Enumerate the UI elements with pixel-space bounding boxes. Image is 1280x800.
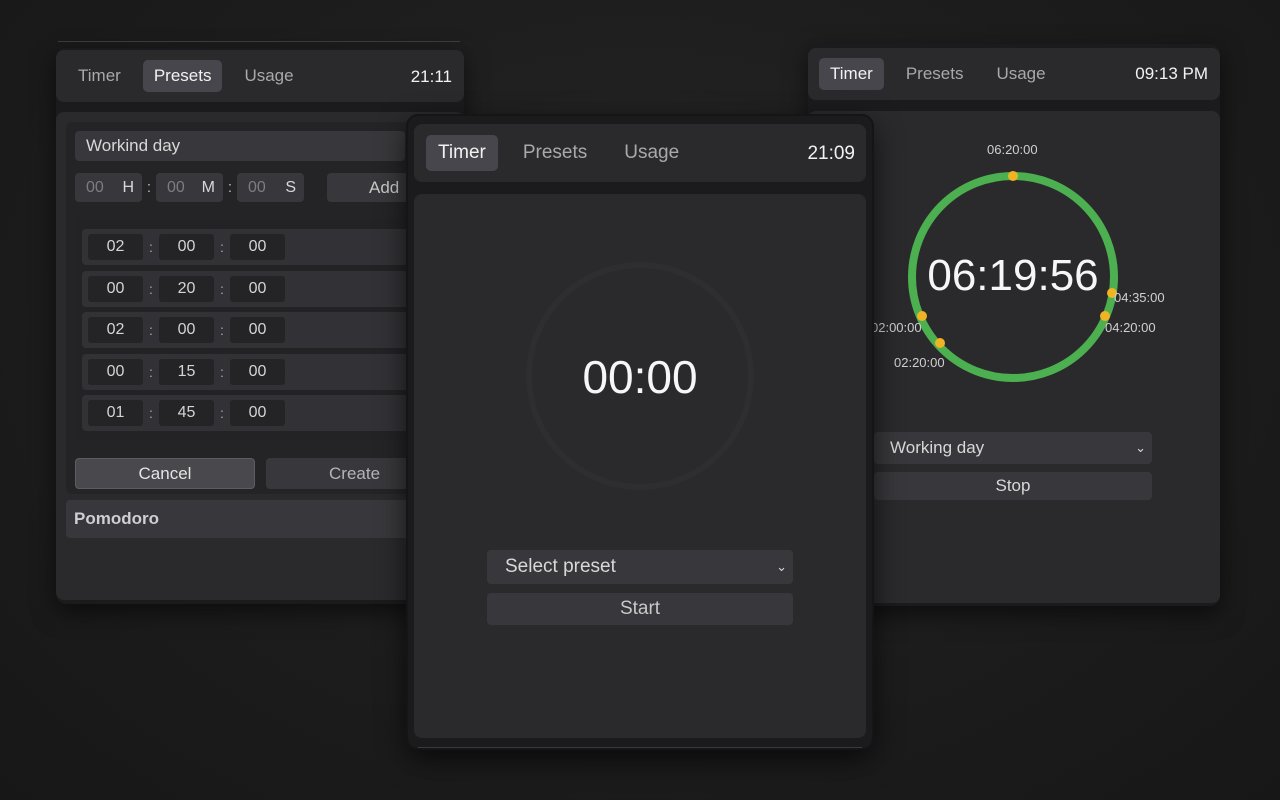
timer-display: 00:00 [582,351,698,403]
row-hours[interactable]: 01 [88,400,143,426]
tab-usage[interactable]: Usage [985,58,1056,90]
row-hours[interactable]: 00 [88,359,143,385]
ring-marker [935,338,945,348]
seconds-unit: S [285,178,296,196]
countdown-display: 06:19:56 [927,251,1099,300]
row-hours[interactable]: 00 [88,276,143,302]
interval-row[interactable]: 00 : 20 : 00 [82,271,464,307]
tab-bar: Timer Presets Usage 09:13 PM [808,48,1220,100]
tab-presets[interactable]: Presets [511,135,599,171]
seconds-placeholder: 00 [248,178,266,196]
row-minutes[interactable]: 20 [159,276,214,302]
row-minutes[interactable]: 45 [159,400,214,426]
row-minutes[interactable]: 00 [159,234,214,260]
separator: : [149,239,153,255]
row-hours[interactable]: 02 [88,234,143,260]
presets-panel: 00 H : 00 M : 00 S Add 02 : 0 [56,112,467,600]
preset-select[interactable]: Working day ⌄ [874,432,1152,464]
preset-item-pomodoro[interactable]: Pomodoro [66,500,464,538]
preset-select[interactable]: Select preset ⌄ [487,550,793,584]
separator: : [149,281,153,297]
stop-button[interactable]: Stop [874,472,1152,500]
seconds-input[interactable]: 00 S [237,173,304,202]
tab-timer[interactable]: Timer [67,60,132,92]
separator: : [146,179,152,196]
interval-list: 02 : 00 : 00 00 : 20 : 00 02 : 00: 00 0… [75,218,464,440]
timer-panel: 00:00 Select preset ⌄ Start [414,194,866,738]
clock: 21:09 [807,143,855,164]
tab-usage[interactable]: Usage [612,135,691,171]
hours-unit: H [122,178,134,196]
row-seconds[interactable]: 00 [230,234,285,260]
hours-input[interactable]: 00 H [75,173,142,202]
minutes-placeholder: 00 [167,178,185,196]
preset-select-value: Select preset [505,556,616,577]
separator: : [227,179,233,196]
cancel-button[interactable]: Cancel [75,458,255,489]
clock: 09:13 PM [1135,64,1208,83]
separator: : [220,281,224,297]
minutes-input[interactable]: 00 M [156,173,223,202]
ring-label: 02:00:00 [871,320,922,335]
tab-usage[interactable]: Usage [233,60,304,92]
separator: : [220,239,224,255]
separator: : [149,364,153,380]
tab-bar: Timer Presets Usage 21:11 [56,50,464,102]
tab-presets[interactable]: Presets [895,58,975,90]
minutes-unit: M [201,178,215,196]
row-seconds[interactable]: 00 [230,400,285,426]
row-hours[interactable]: 02 [88,317,143,343]
start-button[interactable]: Start [487,593,793,625]
clock: 21:11 [410,67,452,86]
chevron-down-icon: ⌄ [1135,440,1146,455]
presets-window: Timer Presets Usage 21:11 00 H : 00 M : … [56,41,467,604]
ring-label: 04:35:00 [1114,290,1165,305]
preset-name-input[interactable] [75,131,405,161]
ring-label: 06:20:00 [987,142,1038,157]
separator: : [149,405,153,421]
row-seconds[interactable]: 00 [230,317,285,343]
separator: : [220,364,224,380]
ring-label: 02:20:00 [894,355,945,370]
window-top-border [58,41,460,42]
row-seconds[interactable]: 00 [230,359,285,385]
tab-timer[interactable]: Timer [426,135,498,171]
duration-inputs: 00 H : 00 M : 00 S [75,173,304,202]
tab-presets[interactable]: Presets [142,60,223,92]
tab-bar: Timer Presets Usage 21:09 [414,124,866,182]
hours-placeholder: 00 [86,178,104,196]
preset-select-value: Working day [890,438,985,457]
row-minutes[interactable]: 00 [159,317,214,343]
separator: : [149,322,153,338]
row-minutes[interactable]: 15 [159,359,214,385]
preset-editor: 00 H : 00 M : 00 S Add 02 : 0 [66,122,467,494]
tab-timer[interactable]: Timer [819,58,884,90]
separator: : [220,405,224,421]
interval-row[interactable]: 01 : 45 : 00 [82,395,464,431]
timer-idle-window: Timer Presets Usage 21:09 00:00 Select p… [408,116,872,748]
interval-row[interactable]: 00 : 15 : 00 [82,354,464,390]
separator: : [220,322,224,338]
chevron-down-icon: ⌄ [776,559,787,574]
interval-row[interactable]: 02 : 00 : 00 [82,229,464,265]
window-bottom-border [418,747,862,748]
interval-row[interactable]: 02 : 00 : 00 [82,312,464,348]
ring-label: 04:20:00 [1105,320,1156,335]
ring-marker [1008,171,1018,181]
row-seconds[interactable]: 00 [230,276,285,302]
